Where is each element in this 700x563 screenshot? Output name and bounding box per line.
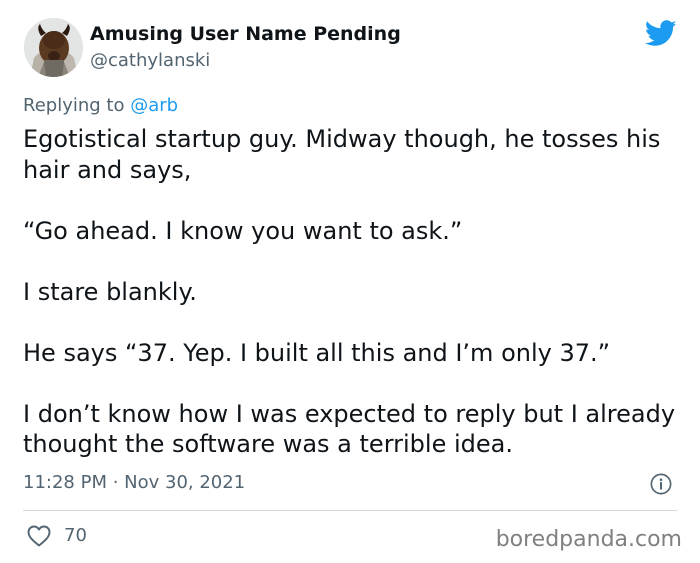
- display-name[interactable]: Amusing User Name Pending: [90, 23, 401, 45]
- heart-icon[interactable]: [27, 525, 51, 547]
- tweet-text: Egotistical startup guy. Midway though, …: [23, 124, 683, 460]
- tweet-paragraph: Egotistical startup guy. Midway though, …: [23, 125, 661, 184]
- like-count: 70: [64, 525, 87, 546]
- user-avatar[interactable]: [24, 18, 83, 77]
- tweet-timestamp[interactable]: 11:28 PM · Nov 30, 2021: [23, 472, 245, 493]
- twitter-bird-icon[interactable]: [645, 20, 677, 47]
- tweet-paragraph: I stare blankly.: [23, 277, 197, 306]
- watermark: boredpanda.com: [495, 527, 682, 552]
- avatar-image: [24, 18, 83, 77]
- replying-to-mention[interactable]: @arb: [130, 95, 178, 116]
- user-handle[interactable]: @cathylanski: [90, 50, 210, 71]
- divider: [23, 510, 677, 511]
- tweet-card: Amusing User Name Pending @cathylanski R…: [0, 0, 700, 563]
- replying-prefix: Replying to: [23, 95, 131, 116]
- tweet-paragraph: “Go ahead. I know you want to ask.”: [23, 216, 463, 245]
- replying-to: Replying to @arb: [23, 95, 178, 116]
- info-icon[interactable]: [650, 473, 672, 495]
- tweet-paragraph: He says “37. Yep. I built all this and I…: [23, 338, 611, 367]
- tweet-paragraph: I don’t know how I was expected to reply…: [23, 399, 676, 459]
